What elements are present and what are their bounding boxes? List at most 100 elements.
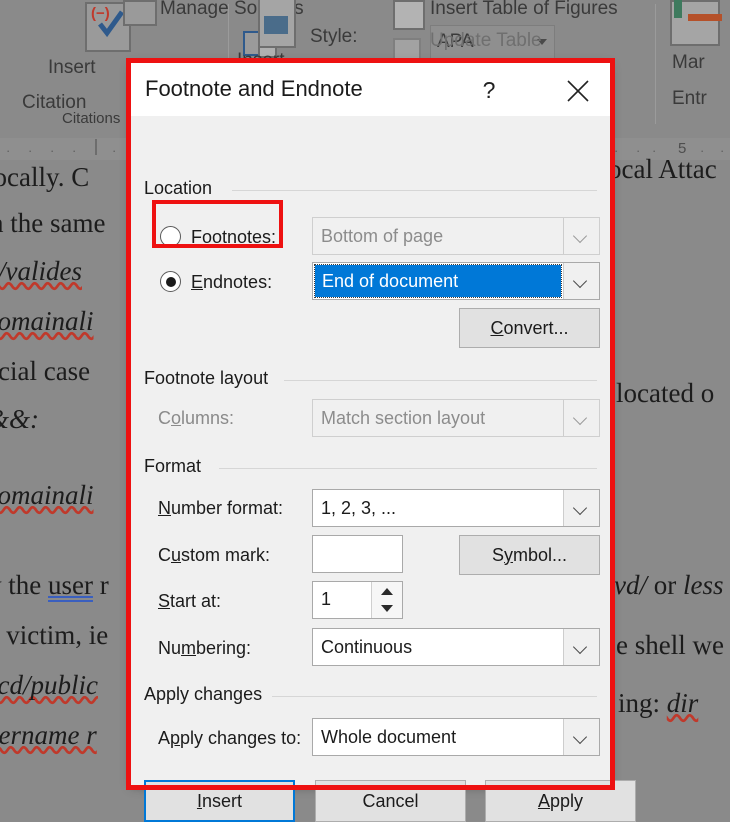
manage-sources-icon[interactable] xyxy=(123,0,157,26)
doc-text-line: o victim, ie xyxy=(0,620,109,650)
update-table-label: Update Table xyxy=(430,30,542,51)
help-icon[interactable]: ? xyxy=(469,71,509,109)
table-of-figures-grid-icon xyxy=(393,0,425,30)
number-format-value: 1, 2, 3, ... xyxy=(321,498,397,518)
start-at-label: Start at: xyxy=(158,591,222,611)
apply-changes-to-value: Whole document xyxy=(321,727,457,747)
doc-text-line: located o xyxy=(616,378,715,408)
group-rule xyxy=(219,468,597,469)
group-rule xyxy=(272,696,597,697)
custom-mark-input[interactable] xyxy=(312,535,403,573)
ribbon-group-divider xyxy=(655,4,656,124)
endnotes-location-combo[interactable]: End of document xyxy=(312,262,600,300)
group-rule xyxy=(232,190,597,191)
symbol-button-label: Symbol... xyxy=(491,544,568,565)
format-group-header: Format xyxy=(144,456,597,480)
doc-text-line: n the same xyxy=(0,208,106,238)
figures-picture-glyph xyxy=(264,16,288,34)
screen-root: (−) Insert Citation ⌄ Citations Manage S… xyxy=(0,0,730,822)
spinner-down-icon[interactable] xyxy=(372,600,402,618)
apply-changes-group-label: Apply changes xyxy=(144,684,271,705)
insert-citation-label-line1[interactable]: Insert xyxy=(48,57,96,79)
apply-button-label: Apply xyxy=(537,790,584,811)
custom-mark-label: Custom mark: xyxy=(158,545,271,565)
spinner-up-icon[interactable] xyxy=(372,582,402,600)
footnotes-radio[interactable] xyxy=(160,226,181,247)
columns-combo-arrow xyxy=(563,400,599,436)
apply-changes-to-label: Apply changes to: xyxy=(158,728,302,748)
footnotes-label: Footnotes: xyxy=(191,227,277,247)
footnote-layout-group-header: Footnote layout xyxy=(144,368,597,392)
numbering-label: Numbering: xyxy=(158,638,252,658)
numbering-value: Continuous xyxy=(321,637,413,657)
symbol-button[interactable]: Symbol... xyxy=(459,535,600,575)
numbering-combo-arrow[interactable] xyxy=(563,629,599,665)
cancel-button[interactable]: Cancel xyxy=(315,780,466,822)
endnotes-label: Endnotes: xyxy=(191,272,273,292)
doc-text-line: ing: dir xyxy=(618,688,699,718)
doc-text-line: vd/ or less xyxy=(614,570,724,600)
convert-button-label: Convert... xyxy=(490,317,569,338)
doc-text-line: domainali xyxy=(0,306,94,336)
number-format-combo[interactable]: 1, 2, 3, ... xyxy=(312,489,600,527)
endnotes-location-value: End of document xyxy=(322,271,459,291)
close-icon[interactable] xyxy=(556,71,600,109)
doc-text-line: bcd/public xyxy=(0,670,98,700)
footnote-endnote-dialog: Footnote and Endnote ? Location Footnote… xyxy=(131,63,636,822)
dialog-title: Footnote and Endnote xyxy=(145,76,363,101)
doc-text-line: sername r xyxy=(0,720,97,750)
columns-combo: Match section layout xyxy=(312,399,600,437)
ruler-indent-marker[interactable] xyxy=(95,139,97,155)
start-at-spin-buttons[interactable] xyxy=(371,582,402,618)
doc-text-line: locally. C xyxy=(0,162,90,192)
footnote-layout-group-label: Footnote layout xyxy=(144,368,277,389)
columns-value: Match section layout xyxy=(321,408,486,428)
mark-entry-green-glyph xyxy=(674,0,682,18)
style-label: Style: xyxy=(310,26,358,47)
apply-changes-combo-arrow[interactable] xyxy=(563,719,599,755)
grammar-flagged-word: user xyxy=(48,570,93,600)
insert-table-of-figures-label[interactable]: Insert Table of Figures xyxy=(430,0,618,20)
location-group-label: Location xyxy=(144,178,221,199)
chevron-down-icon xyxy=(575,231,587,243)
start-at-spinner[interactable]: 1 xyxy=(312,581,403,619)
endnotes-radio[interactable] xyxy=(160,271,181,292)
dialog-body: Location Footnotes: Bottom of page Endno… xyxy=(131,116,636,822)
dialog-titlebar: Footnote and Endnote ? xyxy=(131,63,610,116)
insert-button-label: Insert xyxy=(196,790,243,811)
convert-button[interactable]: Convert... xyxy=(459,308,600,348)
cancel-button-label: Cancel xyxy=(362,790,419,811)
doc-text-line: ecial case xyxy=(0,356,91,386)
insert-table-of-figures-icon[interactable] xyxy=(258,0,296,48)
number-format-label: Number format: xyxy=(158,498,284,518)
mark-entry-label-line2[interactable]: Entr xyxy=(672,88,707,110)
citations-group-label: Citations xyxy=(62,110,121,127)
insert-button[interactable]: Insert xyxy=(144,780,295,822)
chevron-down-icon xyxy=(575,413,587,425)
doc-text-line: v the user r xyxy=(0,570,109,600)
doc-text-line: e shell we xyxy=(616,630,724,660)
doc-text-line: domainali xyxy=(0,480,94,510)
endnotes-combo-arrow[interactable] xyxy=(563,263,599,299)
chevron-down-icon xyxy=(575,276,587,288)
doc-text-line: &&: xyxy=(0,404,39,434)
location-group-header: Location xyxy=(144,178,597,202)
format-group-label: Format xyxy=(144,456,210,477)
chevron-down-icon xyxy=(575,732,587,744)
start-at-value: 1 xyxy=(321,589,332,609)
doc-text-line: ocal Attac xyxy=(608,154,717,184)
apply-changes-to-combo[interactable]: Whole document xyxy=(312,718,600,756)
columns-label: Columns: xyxy=(158,408,235,428)
doc-text-line: c/valides xyxy=(0,256,82,286)
footnotes-location-combo: Bottom of page xyxy=(312,217,600,255)
footnotes-location-value: Bottom of page xyxy=(321,226,444,246)
numbering-combo[interactable]: Continuous xyxy=(312,628,600,666)
group-rule xyxy=(284,380,597,381)
mark-entry-orange-glyph xyxy=(688,14,722,21)
mark-entry-label-line1[interactable]: Mar xyxy=(672,52,705,74)
chevron-down-icon xyxy=(575,503,587,515)
mark-entry-icon[interactable] xyxy=(670,0,722,46)
number-format-combo-arrow[interactable] xyxy=(563,490,599,526)
apply-button[interactable]: Apply xyxy=(485,780,636,822)
apply-changes-group-header: Apply changes xyxy=(144,684,597,708)
